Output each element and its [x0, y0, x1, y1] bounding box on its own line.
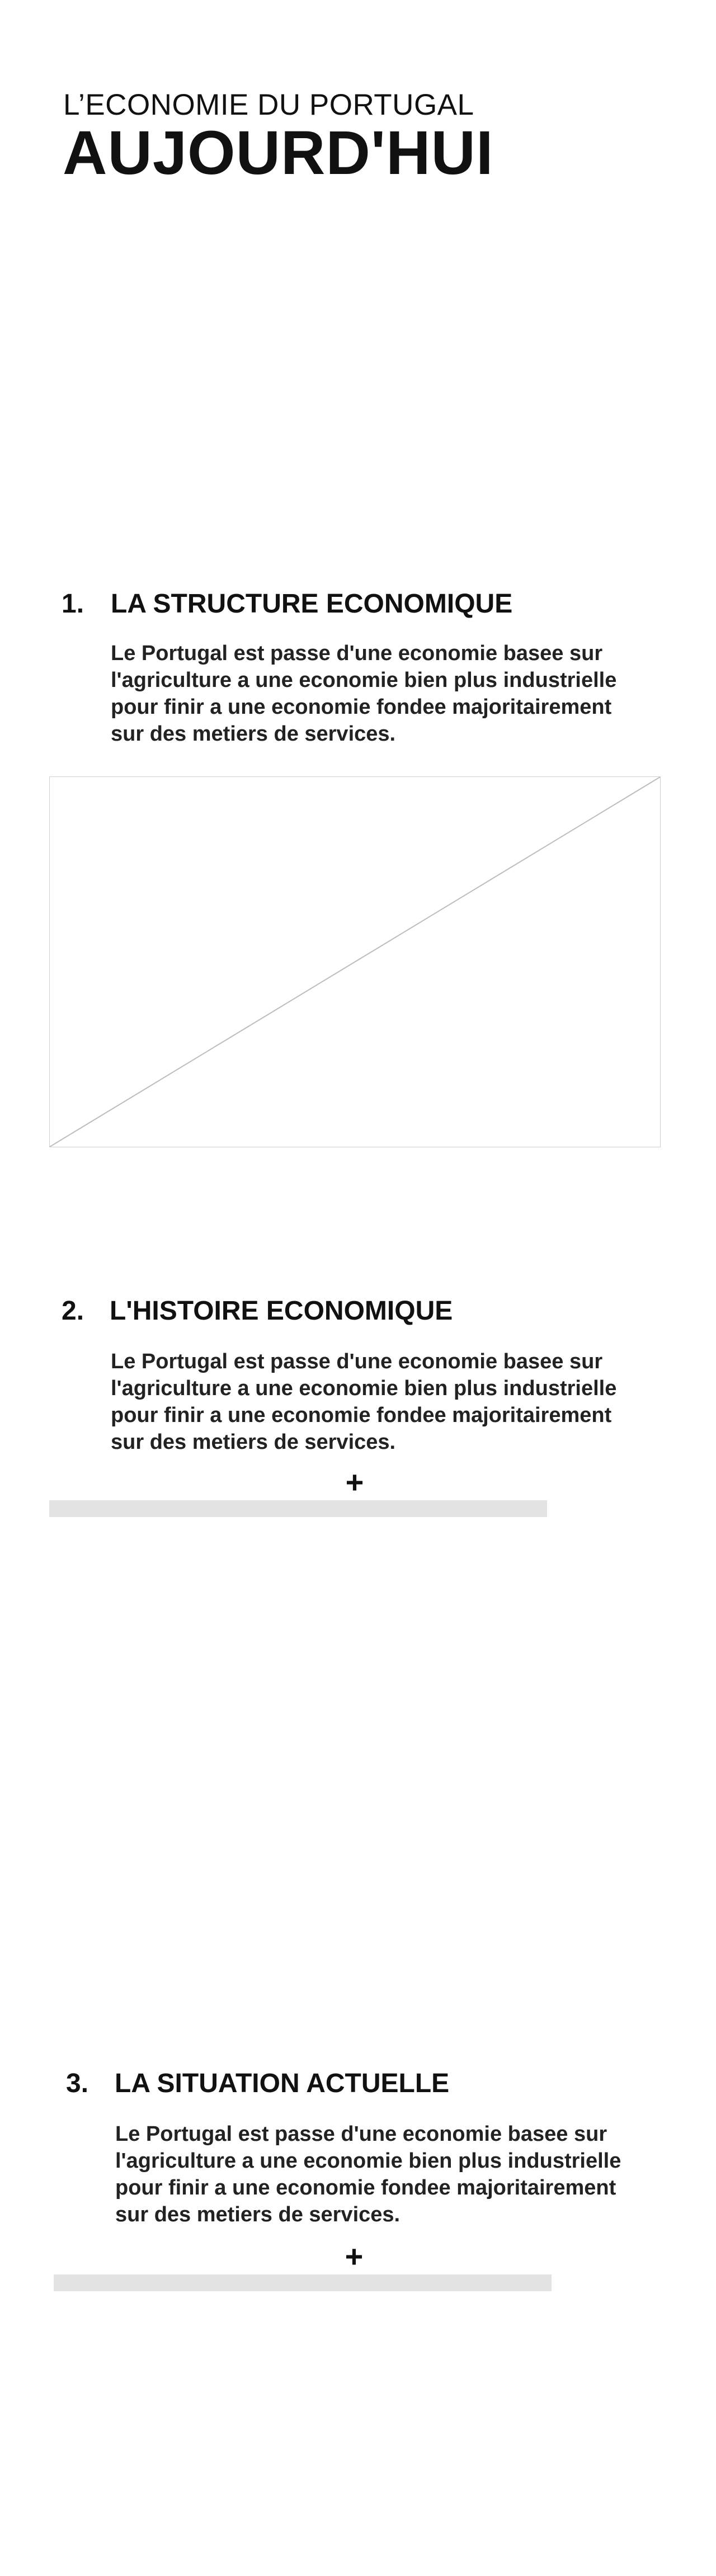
section-2-body: Le Portugal est passe d'une economie bas… — [111, 1350, 617, 1454]
section-2-number: 2. — [62, 1296, 84, 1326]
section-3-expand-button[interactable]: + — [337, 2241, 371, 2272]
placeholder-diagonal — [50, 777, 660, 1147]
section-1-title: LA STRUCTURE ECONOMIQUE — [111, 589, 513, 619]
section-3-title: LA SITUATION ACTUELLE — [115, 2069, 450, 2098]
page-kicker: L’ECONOMIE DU PORTUGAL — [63, 88, 474, 121]
section-3-body: Le Portugal est passe d'une economie bas… — [115, 2122, 621, 2226]
section-2-expand-button[interactable]: + — [338, 1467, 371, 1498]
section-2-title: L'HISTOIRE ECONOMIQUE — [110, 1296, 453, 1326]
section-1-number: 1. — [62, 589, 84, 619]
page-title: AUJOURD'HUI — [63, 119, 494, 187]
section-3-number: 3. — [66, 2069, 89, 2098]
section-2-progress-bar — [49, 1500, 547, 1517]
image-placeholder — [49, 776, 661, 1147]
section-1-body: Le Portugal est passe d'une economie bas… — [111, 642, 617, 746]
section-3-progress-bar — [54, 2274, 552, 2291]
